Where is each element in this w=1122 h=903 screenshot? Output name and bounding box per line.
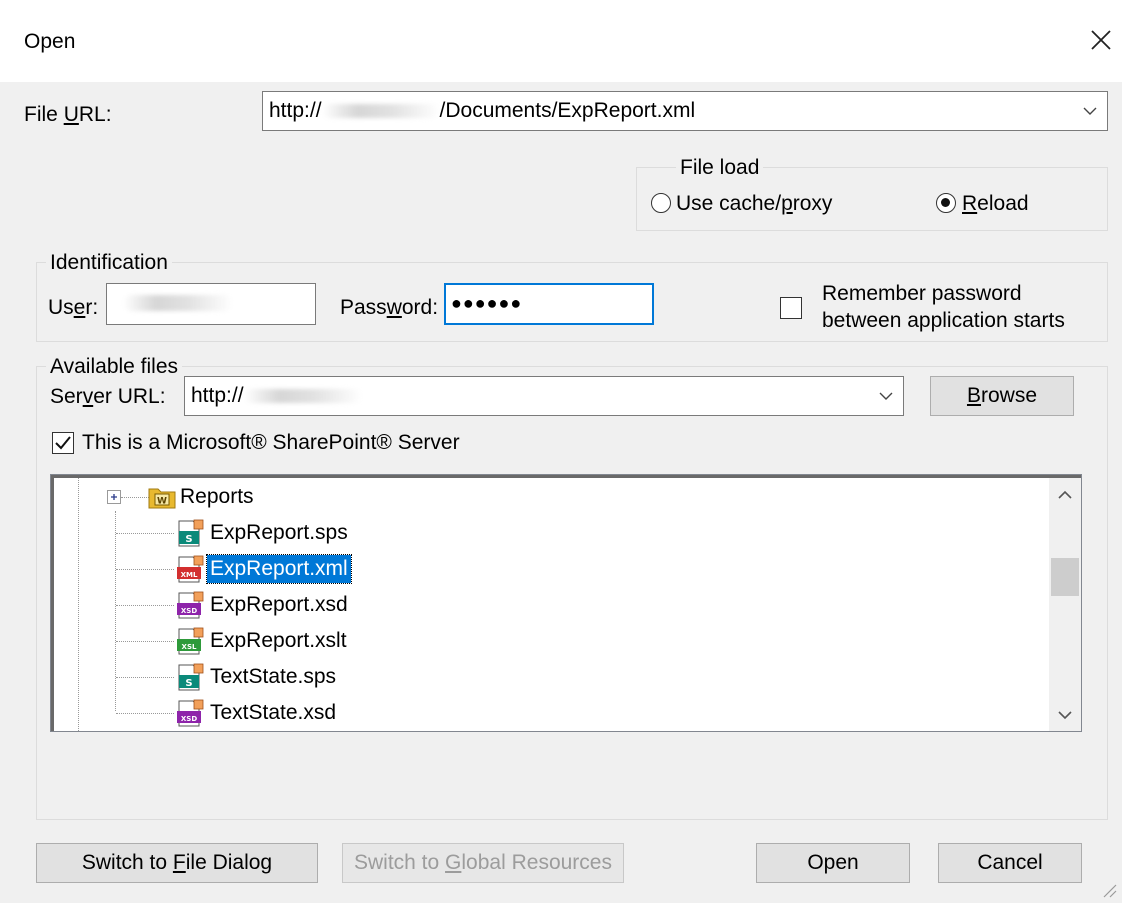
remember-password-line2: between application starts — [822, 309, 1065, 332]
password-label: Password: — [340, 296, 439, 319]
folder-w-icon: W — [148, 488, 176, 509]
xslt-file-icon: XSL — [177, 627, 204, 655]
svg-text:XML: XML — [181, 571, 198, 579]
switch-to-file-dialog-button[interactable]: Switch to File Dialog — [36, 843, 318, 883]
file-load-legend: File load — [676, 156, 764, 180]
tree-item-label: ExpReport.sps — [210, 521, 348, 544]
svg-text:XSL: XSL — [182, 643, 197, 651]
switch-to-global-resources-button: Switch to Global Resources — [342, 843, 624, 883]
svg-text:S: S — [185, 534, 192, 545]
file-tree[interactable]: W Reports S ExpReport.sps XML ExpReport.… — [50, 474, 1082, 732]
xsd-file-icon: XSD — [177, 591, 204, 619]
tree-item-file[interactable]: XSD ExpReport.xsd — [51, 587, 1051, 623]
chevron-down-icon — [879, 392, 893, 400]
file-url-combobox[interactable]: http:// /Documents/ExpReport.xml — [262, 91, 1108, 131]
title-bar — [0, 0, 1122, 82]
close-icon — [1091, 30, 1111, 50]
scroll-up-arrow-icon[interactable] — [1058, 490, 1072, 500]
server-url-label: Server URL: — [50, 385, 166, 408]
tree-connector — [116, 569, 174, 570]
sps-file-icon: S — [178, 663, 204, 691]
tree-connector — [116, 605, 174, 606]
svg-text:W: W — [157, 497, 167, 507]
use-cache-radio[interactable] — [651, 193, 671, 213]
reload-radio[interactable] — [936, 193, 956, 213]
checkmark-icon — [55, 436, 71, 450]
tree-item-label: TextState.xsd — [210, 701, 337, 724]
tree-item-file[interactable]: XSD TextState.xsd — [51, 695, 1051, 731]
tree-item-file[interactable]: S ExpReport.sps — [51, 515, 1051, 551]
redacted-server — [243, 389, 362, 404]
available-files-legend: Available files — [46, 355, 183, 379]
tree-border-top — [51, 475, 1081, 478]
redacted-host — [321, 104, 440, 119]
tree-item-label: Reports — [180, 485, 254, 508]
remember-password-line1: Remember password — [822, 282, 1022, 305]
tree-item-label: TextState.sps — [210, 665, 337, 688]
sharepoint-label: This is a Microsoft® SharePoint® Server — [82, 431, 460, 454]
dialog-title: Open — [24, 30, 76, 53]
svg-text:XSD: XSD — [181, 607, 197, 615]
resize-grip-icon[interactable] — [1100, 881, 1118, 899]
tree-item-file-selected[interactable]: XML ExpReport.xml — [51, 551, 1051, 587]
identification-legend: Identification — [46, 251, 172, 275]
password-input[interactable]: ●●●●●● — [444, 283, 654, 325]
svg-text:XSD: XSD — [181, 715, 197, 723]
chevron-down-icon — [1083, 107, 1097, 115]
xsd-file-icon: XSD — [177, 699, 204, 727]
scrollbar-thumb[interactable] — [1051, 558, 1079, 596]
close-button[interactable] — [1086, 22, 1116, 58]
password-mask: ●●●●●● — [451, 293, 523, 313]
scroll-down-arrow-icon[interactable] — [1058, 710, 1072, 720]
reload-label[interactable]: Reload — [962, 192, 1029, 216]
cancel-button[interactable]: Cancel — [938, 843, 1082, 883]
tree-item-file[interactable]: S TextState.sps — [51, 659, 1051, 695]
tree-connector — [116, 677, 174, 678]
tree-connector — [116, 641, 174, 642]
file-url-prefix: http:// — [269, 99, 322, 122]
tree-item-label-selected: ExpReport.xml — [206, 554, 352, 584]
server-url-combobox[interactable]: http:// — [184, 376, 904, 416]
expand-plus-icon[interactable] — [107, 490, 121, 504]
browse-button[interactable]: Browse — [930, 376, 1074, 416]
tree-connector — [121, 497, 149, 498]
tree-item-reports[interactable]: W Reports — [51, 479, 1051, 515]
server-url-prefix: http:// — [191, 384, 244, 407]
svg-text:S: S — [185, 678, 192, 689]
file-url-label: File URL: — [24, 103, 112, 126]
xml-file-icon: XML — [177, 555, 204, 583]
use-cache-label[interactable]: Use cache/proxy — [676, 192, 832, 216]
tree-vertical-scrollbar[interactable] — [1049, 478, 1081, 731]
sharepoint-checkbox[interactable] — [52, 432, 74, 454]
tree-connector — [116, 713, 174, 714]
tree-item-label: ExpReport.xslt — [210, 629, 347, 652]
user-label: User: — [48, 296, 99, 319]
redacted-user — [123, 295, 233, 312]
tree-item-label: ExpReport.xsd — [210, 593, 348, 616]
remember-password-checkbox[interactable] — [780, 297, 802, 319]
tree-item-file[interactable]: XSL ExpReport.xslt — [51, 623, 1051, 659]
user-input[interactable] — [106, 283, 316, 325]
tree-connector — [116, 533, 174, 534]
open-button[interactable]: Open — [756, 843, 910, 883]
file-url-path: /Documents/ExpReport.xml — [439, 99, 696, 122]
sps-file-icon: S — [178, 519, 204, 547]
